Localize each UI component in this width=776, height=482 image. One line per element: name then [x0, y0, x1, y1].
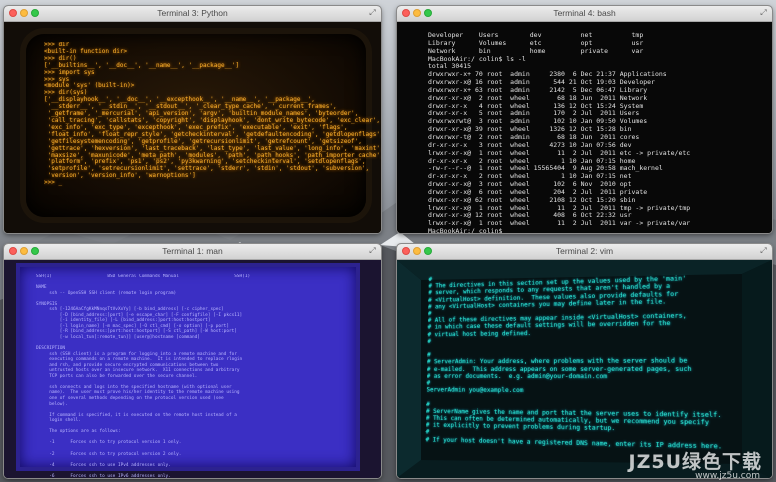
fullscreen-icon[interactable]: ⤢: [368, 9, 377, 17]
watermark-url: www.jz5u.com: [695, 471, 760, 481]
fullscreen-icon[interactable]: ⤢: [759, 9, 768, 17]
window-title: Terminal 1: man: [162, 246, 223, 256]
window-title: Terminal 3: Python: [157, 8, 228, 18]
vim-buffer-text: # # The directives in this section set u…: [425, 275, 723, 451]
crt-screen: >>> dir <built-in function dir> >>> dir(…: [26, 34, 381, 217]
bash-session-text: Developer Users dev net tmp Library Volu…: [428, 32, 691, 233]
window-title: Terminal 4: bash: [553, 8, 616, 18]
terminal-window-vim[interactable]: Terminal 2: vim ⤢ # # The directives in …: [397, 244, 772, 478]
fullscreen-icon[interactable]: ⤢: [368, 247, 377, 255]
title-bar[interactable]: Terminal 3: Python ⤢: [4, 6, 381, 22]
python-session-text: >>> dir <built-in function dir> >>> dir(…: [44, 42, 381, 187]
terminal-window-bash[interactable]: Terminal 4: bash ⤢ Developer Users dev n…: [397, 6, 772, 233]
crt-screen: SSH(1) BSD General Commands Manual SSH(1…: [20, 267, 356, 478]
watermark-logo: JZ5U绿色下载: [628, 451, 762, 473]
terminal-window-python[interactable]: Terminal 3: Python ⤢ >>> dir <built-in f…: [4, 6, 381, 233]
terminal-content-area[interactable]: SSH(1) BSD General Commands Manual SSH(1…: [4, 260, 381, 478]
terminal-content-area[interactable]: Developer Users dev net tmp Library Volu…: [397, 22, 772, 233]
window-title: Terminal 2: vim: [555, 246, 614, 256]
terminal-content-area[interactable]: # # The directives in this section set u…: [397, 260, 772, 478]
title-bar[interactable]: Terminal 2: vim ⤢: [397, 244, 772, 260]
terminal-window-man[interactable]: Terminal 1: man ⤢ SSH(1) BSD General Com…: [4, 244, 381, 478]
terminal-content-area[interactable]: >>> dir <built-in function dir> >>> dir(…: [4, 22, 381, 233]
fullscreen-icon[interactable]: ⤢: [759, 247, 768, 255]
title-bar[interactable]: Terminal 1: man ⤢: [4, 244, 381, 260]
man-page-text: SSH(1) BSD General Commands Manual SSH(1…: [36, 274, 251, 478]
title-bar[interactable]: Terminal 4: bash ⤢: [397, 6, 772, 22]
